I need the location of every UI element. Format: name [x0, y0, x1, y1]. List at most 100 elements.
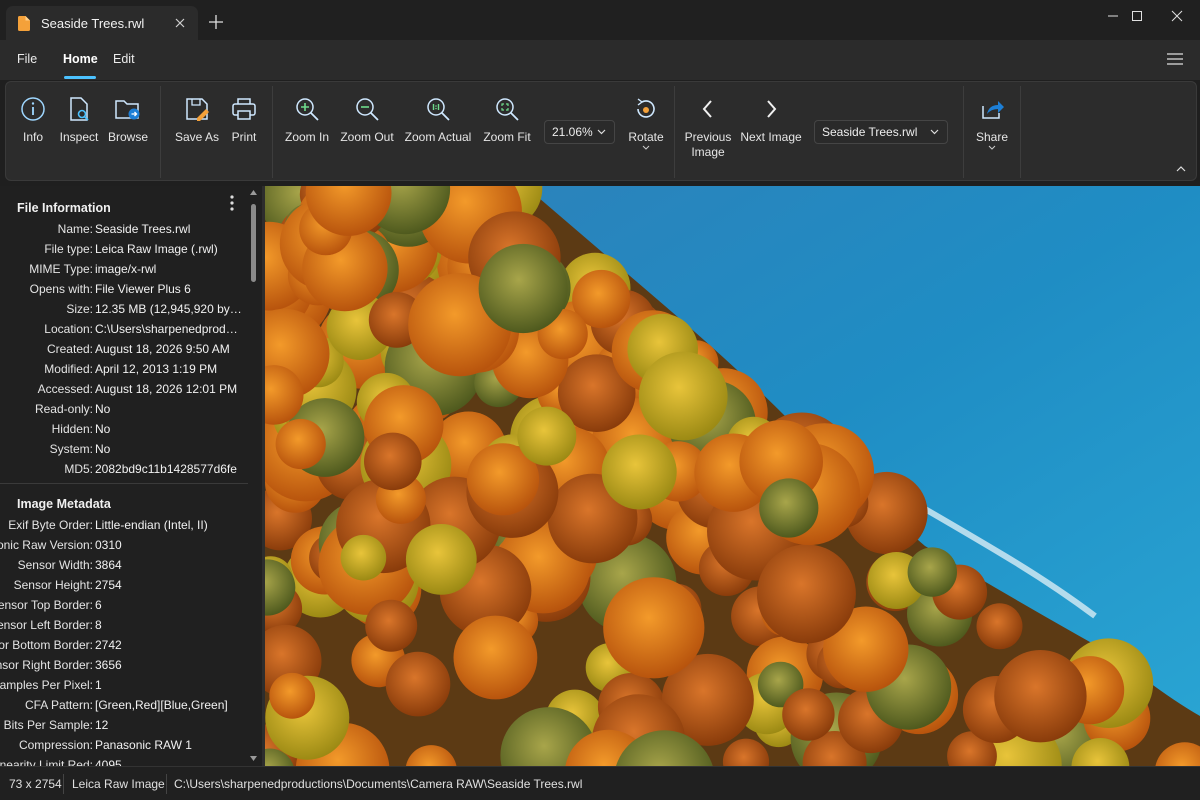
share-button[interactable]: Share — [972, 96, 1012, 166]
file-info-key: Accessed: — [37, 382, 93, 396]
browse-button[interactable]: Browse — [106, 96, 150, 166]
metadata-row: Panasonic Raw Version:0310 — [0, 538, 245, 558]
file-info-value: C:\Users\sharpenedproductions\Documents\… — [95, 322, 243, 336]
info-button[interactable]: Info — [14, 96, 52, 166]
file-info-value: April 12, 2013 1:19 PM — [95, 362, 218, 376]
scrollbar-thumb[interactable] — [251, 204, 256, 282]
metadata-key: Panasonic Raw Version: — [0, 538, 93, 552]
file-info-row: MIME Type: image/x-rwl — [0, 262, 245, 282]
chevron-down-icon — [930, 129, 939, 135]
scroll-up-arrow-icon[interactable] — [250, 190, 257, 195]
zoom-in-button[interactable]: Zoom In — [283, 96, 331, 166]
metadata-row: Sensor Left Border:8 — [0, 618, 245, 638]
file-info-row: Location:C:\Users\sharpenedproductions\D… — [0, 322, 245, 342]
file-info-value: August 18, 2026 12:01 PM — [95, 382, 238, 396]
file-info-value: image/x-rwl — [95, 262, 157, 276]
metadata-value: 8 — [95, 618, 102, 632]
zoom-in-label: Zoom In — [284, 130, 329, 144]
file-info-value: File Viewer Plus 6 — [95, 282, 191, 296]
tree-crown — [340, 534, 387, 581]
close-tab-icon[interactable] — [172, 15, 188, 31]
status-file-type: Leica Raw Image — [72, 777, 165, 791]
file-select-dropdown[interactable]: Seaside Trees.rwl — [814, 120, 948, 144]
file-info-value: Leica Raw Image (.rwl) — [95, 242, 218, 256]
chevron-right-icon — [767, 100, 777, 118]
menu-edit[interactable]: Edit — [113, 52, 135, 66]
collapse-ribbon-icon[interactable] — [1176, 165, 1186, 172]
tree-crown — [603, 577, 705, 679]
zoom-out-button[interactable]: Zoom Out — [338, 96, 396, 166]
inspect-label: Inspect — [59, 130, 99, 144]
tree-crown — [638, 351, 728, 441]
file-select-value: Seaside Trees.rwl — [822, 125, 918, 139]
file-info-value: 12.35 MB (12,945,920 bytes) — [95, 302, 243, 316]
file-info-key: Opens with: — [29, 282, 93, 296]
metadata-key: Sensor Width: — [17, 558, 93, 572]
status-bar: 73 x 2754 Leica Raw Image C:\Users\sharp… — [0, 766, 1200, 800]
zoom-actual-button[interactable]: Zoom Actual — [402, 96, 474, 166]
file-info-value: No — [95, 442, 111, 456]
metadata-key: Sensor Height: — [13, 578, 93, 592]
metadata-value: 4095 — [95, 758, 122, 766]
document-tab[interactable]: Seaside Trees.rwl — [6, 6, 198, 40]
scroll-down-arrow-icon[interactable] — [250, 756, 257, 761]
print-button[interactable]: Print — [226, 96, 262, 166]
metadata-row: Sensor Width: 3864 — [0, 558, 245, 578]
file-info-value: Seaside Trees.rwl — [95, 222, 191, 236]
chevron-down-icon — [642, 145, 650, 150]
next-image-label: Next Image — [740, 130, 802, 144]
metadata-key: Bits Per Sample: — [3, 718, 93, 732]
chevron-down-icon — [988, 145, 996, 150]
new-tab-icon[interactable] — [206, 12, 226, 32]
file-info-key: Read-only: — [34, 402, 93, 416]
side-panel-scrollbar[interactable] — [248, 186, 260, 766]
status-separator — [166, 774, 167, 794]
file-info-key: File type: — [44, 242, 93, 256]
more-options-icon[interactable] — [224, 194, 240, 212]
metadata-row: Sensor Top Border: 6 — [0, 598, 245, 618]
inspect-button[interactable]: Inspect — [56, 96, 102, 166]
metadata-key: Sensor Bottom Border: — [0, 638, 93, 652]
metadata-key: Sensor Right Border: — [0, 658, 93, 672]
print-label: Print — [231, 130, 257, 144]
hamburger-menu-icon[interactable] — [1166, 52, 1184, 66]
metadata-key: Sensor Top Border: — [0, 598, 93, 612]
zoom-level-value: 21.06% — [552, 125, 593, 139]
zoom-fit-icon — [496, 98, 519, 121]
file-info-row: Size: 12.35 MB (12,945,920 bytes) — [0, 302, 245, 322]
printer-icon — [232, 98, 256, 120]
info-label: Info — [22, 130, 43, 144]
next-image-button[interactable]: Next Image — [739, 96, 803, 166]
file-info-key: Name: — [57, 222, 93, 236]
rotate-button[interactable]: Rotate — [625, 96, 667, 166]
metadata-key: Sensor Left Border: — [0, 618, 93, 632]
save-as-label: Save As — [174, 130, 220, 144]
metadata-value: [Green,Red][Blue,Green] — [95, 698, 228, 712]
ribbon-toolbar: Info Inspect Browse Save As Print Zoom I… — [5, 81, 1197, 181]
file-info-key: MD5: — [64, 462, 93, 476]
image-viewer[interactable] — [265, 186, 1200, 766]
file-info-value: August 18, 2026 9:50 AM — [95, 342, 230, 356]
ribbon-separator — [963, 86, 964, 178]
menu-home[interactable]: Home — [63, 52, 98, 66]
previous-image-button[interactable]: Previous Image — [682, 96, 734, 166]
save-as-button[interactable]: Save As — [172, 96, 222, 166]
rotate-icon — [637, 98, 655, 118]
active-tab-indicator — [64, 76, 96, 79]
zoom-level-dropdown[interactable]: 21.06% — [544, 120, 615, 144]
file-info-value: No — [95, 402, 111, 416]
file-info-key: MIME Type: — [29, 262, 93, 276]
info-side-panel: File Information Name: Seaside Trees.rwl F… — [0, 186, 262, 766]
chevron-down-icon — [597, 129, 606, 135]
metadata-row: Bits Per Sample: 12 — [0, 718, 245, 738]
metadata-row: Sensor Height: 2754 — [0, 578, 245, 598]
file-info-key: Hidden: — [51, 422, 93, 436]
close-window-button[interactable] — [1154, 0, 1200, 32]
tree-crown — [365, 599, 418, 652]
menu-file[interactable]: File — [17, 52, 37, 66]
file-info-key: Size: — [66, 302, 93, 316]
file-info-value: 2082bd9c11b1428577d6fe — [95, 462, 237, 476]
status-dimensions: 73 x 2754 — [9, 777, 62, 791]
zoom-fit-button[interactable]: Zoom Fit — [481, 96, 533, 166]
file-info-key: Created: — [46, 342, 93, 356]
